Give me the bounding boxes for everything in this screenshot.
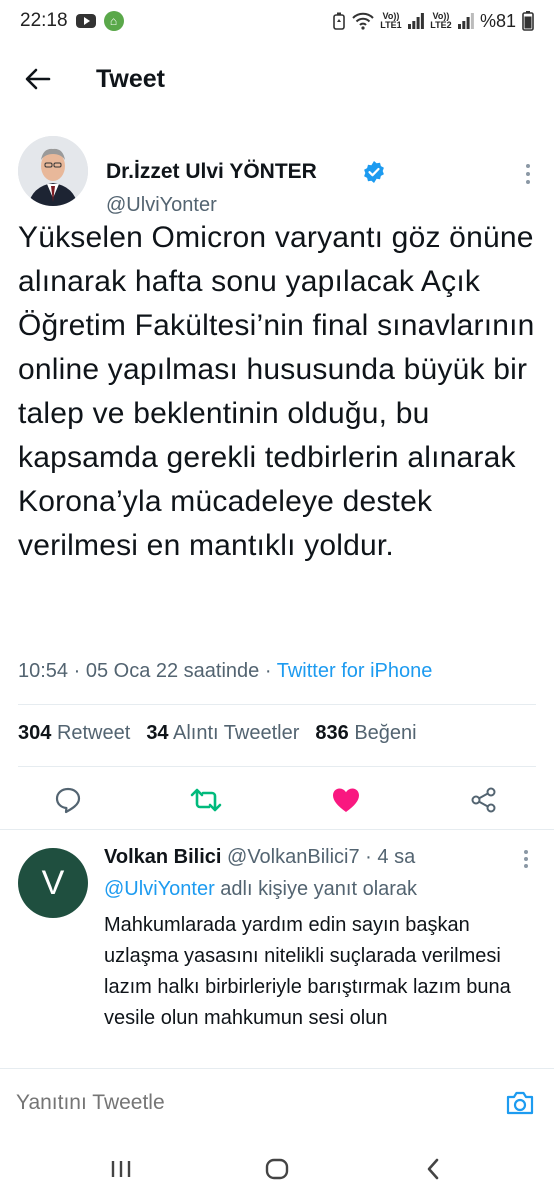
author-handle[interactable]: @UlviYonter — [106, 194, 217, 217]
reply-input[interactable] — [16, 1090, 476, 1115]
reply-author-handle[interactable]: @VolkanBilici7 — [227, 846, 360, 868]
back-button[interactable] — [18, 59, 58, 99]
more-dot-icon — [526, 172, 530, 176]
reply-composer — [0, 1068, 554, 1136]
retweets-count: 304 — [18, 722, 52, 744]
reply-avatar[interactable]: V — [18, 848, 88, 918]
author-name[interactable]: Dr.İzzet Ulvi YÖNTER — [106, 160, 317, 184]
network-2-label: Vo)) LTE2 — [430, 11, 452, 30]
quotes-count: 34 — [146, 722, 169, 744]
tweet-text: Yükselen Omicron varyantı göz önüne alın… — [18, 221, 535, 562]
reply-header: Volkan Bilici @VolkanBilici7 · 4 sa — [104, 846, 415, 869]
divider — [18, 704, 536, 705]
chevron-left-icon — [427, 1158, 439, 1180]
replying-to-label: adlı kişiye yanıt olarak — [220, 878, 418, 900]
more-dot-icon — [524, 857, 528, 861]
home-button[interactable] — [262, 1154, 292, 1184]
system-back-button[interactable] — [418, 1154, 448, 1184]
more-dot-icon — [524, 864, 528, 868]
verified-badge-icon — [362, 160, 386, 184]
reply-more-options-button[interactable] — [516, 850, 536, 868]
share-icon — [471, 787, 496, 813]
battery-icon — [522, 11, 534, 31]
tweet-meta: 10:54 · 05 Oca 22 saatinde · Twitter for… — [18, 660, 432, 683]
more-dot-icon — [524, 850, 528, 854]
arrow-left-icon — [25, 68, 51, 90]
tweet-actions — [0, 776, 554, 826]
reply-icon — [55, 787, 81, 814]
status-bar: 22:18 ⌂ Vo)) LTE1 Vo)) LTE2 %81 — [0, 0, 554, 42]
camera-button[interactable] — [504, 1087, 536, 1119]
recent-apps-button[interactable] — [106, 1154, 136, 1184]
share-button[interactable] — [468, 784, 500, 816]
replying-to-handle[interactable]: @UlviYonter — [104, 878, 215, 900]
reply-age: 4 sa — [377, 846, 416, 868]
like-button[interactable] — [330, 784, 362, 816]
recents-icon — [111, 1161, 131, 1177]
retweets-label: Retweet — [56, 722, 131, 744]
clock: 22:18 — [20, 10, 68, 31]
data-saver-icon — [332, 12, 346, 30]
divider — [0, 829, 554, 830]
likes-label: Beğeni — [354, 722, 417, 744]
retweets-stat[interactable]: 304 Retweet — [18, 722, 130, 745]
network-1-label: Vo)) LTE1 — [380, 11, 402, 30]
more-dot-icon — [526, 164, 530, 168]
signal-2-icon — [457, 13, 474, 29]
retweet-button[interactable] — [190, 784, 222, 816]
replying-to: @UlviYonter adlı kişiye yanıt olarak — [104, 878, 417, 901]
top-app-bar: Tweet — [0, 42, 554, 116]
quotes-label: Alıntı Tweetler — [173, 722, 300, 744]
wifi-icon — [352, 12, 374, 30]
reply-author-name[interactable]: Volkan Bilici — [104, 846, 221, 868]
likes-count: 836 — [315, 722, 349, 744]
heart-icon — [333, 788, 359, 812]
quotes-stat[interactable]: 34 Alıntı Tweetler — [146, 722, 299, 745]
tweet-author: Dr.İzzet Ulvi YÖNTER @UlviYonter — [18, 136, 538, 216]
tweet-date: 05 Oca 22 saatinde — [85, 660, 260, 682]
home-notification-icon: ⌂ — [103, 11, 124, 31]
youtube-notification-icon — [75, 14, 96, 28]
battery-level: %81 — [479, 10, 516, 31]
tweet-time: 10:54 — [18, 660, 69, 682]
reply-button[interactable] — [52, 784, 84, 816]
system-navigation-bar — [0, 1136, 554, 1200]
tweet-source-link[interactable]: Twitter for iPhone — [277, 660, 433, 682]
meta-separator: · — [264, 660, 277, 682]
meta-separator: · — [365, 846, 378, 868]
divider — [18, 766, 536, 767]
page-title: Tweet — [96, 64, 165, 93]
signal-1-icon — [407, 13, 424, 29]
more-dot-icon — [526, 180, 530, 184]
meta-separator: · — [73, 660, 86, 682]
author-avatar[interactable] — [18, 136, 88, 206]
reply-text: Mahkumlarada yardım edin sayın başkan uz… — [104, 914, 511, 1029]
home-icon — [265, 1158, 289, 1180]
likes-stat[interactable]: 836 Beğeni — [315, 722, 416, 745]
more-options-button[interactable] — [518, 164, 538, 184]
camera-icon — [506, 1091, 534, 1115]
tweet-stats: 304 Retweet 34 Alıntı Tweetler 836 Beğen… — [18, 722, 417, 745]
retweet-icon — [190, 788, 222, 812]
